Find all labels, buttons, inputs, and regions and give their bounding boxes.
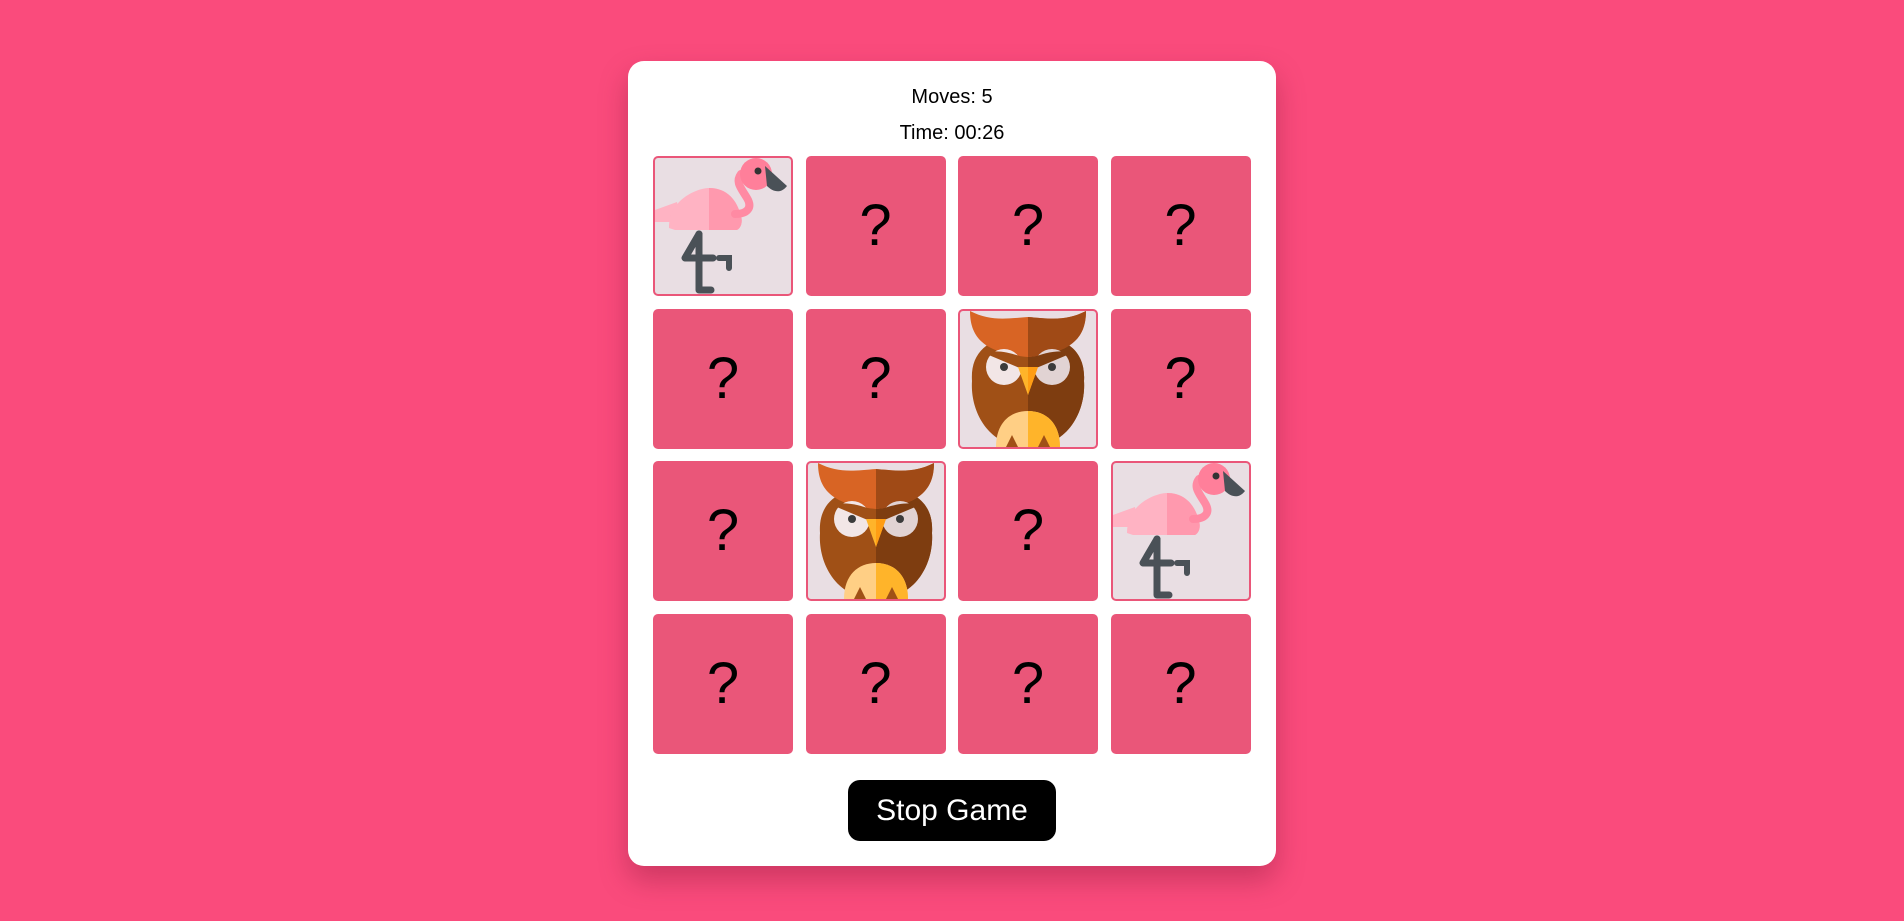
flamingo-icon xyxy=(1113,463,1249,599)
timer: Time: 00:26 xyxy=(899,122,1005,144)
memory-card[interactable]: ? xyxy=(1110,308,1251,449)
owl-icon xyxy=(960,311,1096,447)
question-mark-icon: ? xyxy=(859,650,892,716)
memory-card[interactable]: ? xyxy=(653,613,793,754)
memory-card[interactable]: ? xyxy=(653,308,793,449)
memory-card[interactable]: ? xyxy=(958,461,1098,601)
moves-counter: Moves: 5 xyxy=(911,86,993,108)
memory-card[interactable]: ? xyxy=(805,308,946,449)
memory-card[interactable]: ? xyxy=(1110,613,1251,754)
memory-card[interactable] xyxy=(958,308,1098,449)
question-mark-icon: ? xyxy=(859,193,892,258)
flamingo-icon xyxy=(655,158,791,294)
question-mark-icon: ? xyxy=(706,345,740,411)
memory-card[interactable]: ? xyxy=(1110,156,1251,296)
question-mark-icon: ? xyxy=(1164,345,1197,411)
memory-card[interactable] xyxy=(1110,461,1251,601)
memory-card[interactable]: ? xyxy=(958,613,1098,754)
question-mark-icon: ? xyxy=(1011,650,1045,716)
question-mark-icon: ? xyxy=(1011,498,1045,563)
memory-card[interactable]: ? xyxy=(653,461,793,601)
memory-card[interactable]: ? xyxy=(958,156,1098,296)
card-grid: ???????????? xyxy=(653,156,1251,754)
question-mark-icon: ? xyxy=(706,498,740,563)
question-mark-icon: ? xyxy=(1164,193,1197,258)
question-mark-icon: ? xyxy=(1164,650,1197,716)
question-mark-icon: ? xyxy=(706,650,740,716)
memory-card[interactable] xyxy=(805,461,946,601)
owl-icon xyxy=(808,463,944,599)
memory-card[interactable] xyxy=(653,156,793,296)
game-panel: Moves: 5 Time: 00:26 ???????????? Stop G… xyxy=(628,61,1276,866)
question-mark-icon: ? xyxy=(1011,193,1045,258)
question-mark-icon: ? xyxy=(859,345,892,411)
memory-card[interactable]: ? xyxy=(805,613,946,754)
memory-card[interactable]: ? xyxy=(805,156,946,296)
stop-game-button[interactable]: Stop Game xyxy=(848,780,1056,841)
